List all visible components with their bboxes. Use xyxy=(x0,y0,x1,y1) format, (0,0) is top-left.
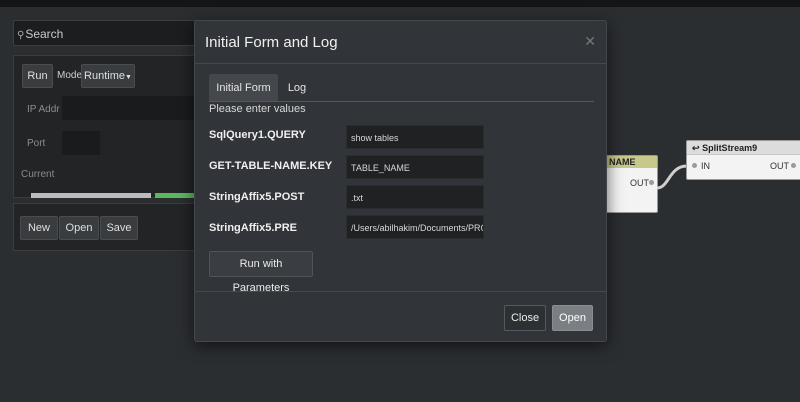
workflow-node-splitstream[interactable]: ↩ SplitStream9 IN OUT xyxy=(686,140,800,180)
param-label: GET-TABLE-NAME.KEY xyxy=(209,160,333,172)
run-with-parameters-button[interactable]: Run with Parameters xyxy=(209,251,313,294)
node-out-port[interactable] xyxy=(791,163,796,168)
node-in-port[interactable] xyxy=(692,163,697,168)
run-panel: Run Mode Runtime▼ IP Addr Port Current xyxy=(13,55,213,198)
node-out-label: OUT xyxy=(770,161,789,171)
save-button[interactable]: Save xyxy=(100,216,138,240)
run-button[interactable]: Run xyxy=(22,64,53,88)
close-icon[interactable]: ✕ xyxy=(584,33,596,50)
port-label: Port xyxy=(27,138,46,149)
runtime-dropdown[interactable]: Runtime▼ xyxy=(81,64,135,88)
search-placeholder: Search xyxy=(25,27,64,41)
node-out-label: OUT xyxy=(630,178,649,188)
file-panel: New Open Save xyxy=(13,203,213,251)
node-title: SplitStream9 xyxy=(702,143,758,153)
param-label: StringAffix5.POST xyxy=(209,191,305,203)
initial-form-dialog: Initial Form and Log ✕ Initial Form Log … xyxy=(194,20,607,342)
split-icon: ↩ xyxy=(692,143,700,153)
tab-log[interactable]: Log xyxy=(283,74,311,102)
node-out-port[interactable] xyxy=(649,180,654,185)
param-label: StringAffix5.PRE xyxy=(209,222,298,234)
open-file-button[interactable]: Open xyxy=(59,216,99,240)
ip-address-label: IP Addr xyxy=(27,104,60,115)
form-instructions: Please enter values xyxy=(209,103,306,115)
param-input-affix-post[interactable]: .txt xyxy=(346,185,484,209)
mode-label: Mode xyxy=(57,70,83,81)
open-button[interactable]: Open xyxy=(552,305,593,331)
ip-address-input[interactable] xyxy=(62,96,212,120)
progress-bar-track xyxy=(31,193,151,198)
param-input-table-key[interactable]: TABLE_NAME xyxy=(346,155,484,179)
new-button[interactable]: New xyxy=(20,216,58,240)
node-link xyxy=(656,164,688,190)
param-label: SqlQuery1.QUERY xyxy=(209,129,306,141)
search-input[interactable]: ⚲Search xyxy=(13,20,220,46)
tab-divider xyxy=(209,101,594,102)
chevron-down-icon: ▼ xyxy=(125,74,132,81)
node-in-label: IN xyxy=(701,161,710,171)
current-label: Current xyxy=(21,169,55,180)
param-input-sqlquery[interactable]: show tables xyxy=(346,125,484,149)
dialog-title: Initial Form and Log xyxy=(205,34,338,51)
divider xyxy=(195,291,606,292)
divider xyxy=(195,63,606,64)
progress-bar-fill xyxy=(155,193,195,198)
close-button[interactable]: Close xyxy=(504,305,546,331)
runtime-label: Runtime xyxy=(84,70,126,82)
node-title: NAME xyxy=(601,156,657,168)
param-input-affix-pre[interactable]: /Users/abilhakim/Documents/PRO xyxy=(346,215,484,239)
top-bar xyxy=(0,0,800,7)
search-icon: ⚲ xyxy=(17,30,25,41)
tab-initial-form[interactable]: Initial Form xyxy=(209,74,278,102)
port-input[interactable] xyxy=(62,131,100,155)
workflow-node-name[interactable]: NAME OUT xyxy=(600,155,658,213)
